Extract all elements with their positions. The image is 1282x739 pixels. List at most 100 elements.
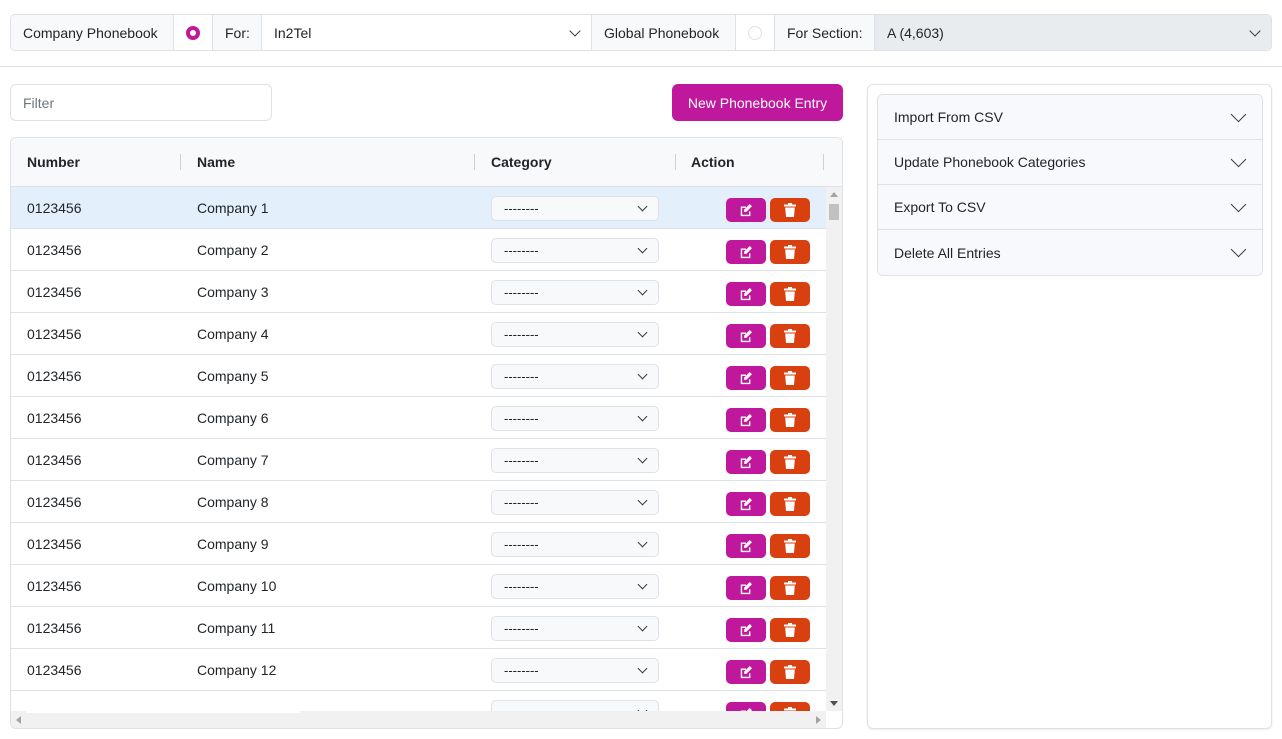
- edit-button[interactable]: [726, 324, 766, 348]
- chevron-down-icon: [1230, 196, 1247, 212]
- table-row[interactable]: 0123456 Company 10 --------: [11, 565, 826, 607]
- delete-button[interactable]: [770, 492, 810, 516]
- column-header-action[interactable]: Action: [691, 138, 735, 186]
- category-select[interactable]: --------: [491, 616, 659, 641]
- edit-button[interactable]: [726, 408, 766, 432]
- for-company-value: In2Tel: [274, 24, 312, 41]
- table-row[interactable]: 0123456 Company 12 --------: [11, 649, 826, 691]
- column-resizer[interactable]: [474, 154, 475, 170]
- scrollbar-thumb[interactable]: [26, 711, 300, 713]
- chevron-down-icon: [637, 243, 648, 254]
- cell-name: Company 6: [197, 409, 269, 426]
- chevron-down-icon: [1230, 151, 1247, 167]
- cell-name: Company 1: [197, 199, 269, 216]
- table-row[interactable]: 0123456 Company 6 --------: [11, 397, 826, 439]
- delete-button[interactable]: [770, 702, 810, 711]
- category-select[interactable]: --------: [491, 532, 659, 557]
- cell-name: Company 9: [197, 535, 269, 552]
- category-value: --------: [504, 285, 539, 300]
- delete-button[interactable]: [770, 240, 810, 264]
- delete-button[interactable]: [770, 282, 810, 306]
- chevron-down-icon: [1230, 241, 1247, 258]
- delete-button[interactable]: [770, 576, 810, 600]
- edit-button[interactable]: [726, 534, 766, 558]
- category-select[interactable]: --------: [491, 322, 659, 347]
- edit-button[interactable]: [726, 282, 766, 306]
- category-value: --------: [504, 453, 539, 468]
- edit-button[interactable]: [726, 198, 766, 222]
- category-select[interactable]: --------: [491, 448, 659, 473]
- delete-button[interactable]: [770, 618, 810, 642]
- table-row[interactable]: 0123456 Company 1 --------: [11, 187, 826, 229]
- table-row[interactable]: 0123456 Company 4 --------: [11, 313, 826, 355]
- vertical-scrollbar[interactable]: [826, 187, 842, 711]
- scroll-down-icon[interactable]: [830, 701, 838, 706]
- table-row[interactable]: --------: [11, 691, 826, 711]
- delete-button[interactable]: [770, 450, 810, 474]
- chevron-down-icon: [637, 411, 648, 422]
- table-row[interactable]: 0123456 Company 9 --------: [11, 523, 826, 565]
- category-select[interactable]: --------: [491, 364, 659, 389]
- scroll-left-icon[interactable]: [16, 716, 21, 724]
- edit-button[interactable]: [726, 240, 766, 264]
- trash-icon: [784, 581, 796, 595]
- filter-input[interactable]: [10, 84, 272, 121]
- new-phonebook-entry-button[interactable]: New Phonebook Entry: [672, 84, 843, 121]
- delete-button[interactable]: [770, 534, 810, 558]
- trash-icon: [784, 203, 796, 217]
- edit-button[interactable]: [726, 618, 766, 642]
- actions-accordion: Import From CSV Update Phonebook Categor…: [877, 94, 1263, 276]
- edit-button[interactable]: [726, 492, 766, 516]
- delete-button[interactable]: [770, 198, 810, 222]
- accordion-import-csv[interactable]: Import From CSV: [878, 95, 1262, 140]
- edit-button[interactable]: [726, 366, 766, 390]
- section-value: A (4,603): [887, 24, 944, 41]
- column-resizer[interactable]: [675, 154, 676, 170]
- delete-button[interactable]: [770, 366, 810, 390]
- category-select[interactable]: --------: [491, 574, 659, 599]
- table-row[interactable]: 0123456 Company 2 --------: [11, 229, 826, 271]
- edit-button[interactable]: [726, 450, 766, 474]
- table-row[interactable]: 0123456 Company 3 --------: [11, 271, 826, 313]
- category-select[interactable]: --------: [491, 196, 659, 221]
- column-resizer[interactable]: [823, 154, 824, 170]
- category-select[interactable]: --------: [491, 490, 659, 515]
- table-row[interactable]: 0123456 Company 11 --------: [11, 607, 826, 649]
- trash-icon: [784, 287, 796, 301]
- accordion-update-categories[interactable]: Update Phonebook Categories: [878, 140, 1262, 185]
- scroll-right-icon[interactable]: [816, 716, 821, 724]
- delete-button[interactable]: [770, 408, 810, 432]
- edit-button[interactable]: [726, 702, 766, 711]
- column-header-name[interactable]: Name: [197, 138, 235, 186]
- section-select[interactable]: A (4,603): [875, 15, 1271, 50]
- column-header-number[interactable]: Number: [27, 138, 80, 186]
- global-phonebook-radio[interactable]: [736, 15, 775, 50]
- accordion-delete-all[interactable]: Delete All Entries: [878, 230, 1262, 275]
- category-select[interactable]: --------: [491, 658, 659, 683]
- table-row[interactable]: 0123456 Company 5 --------: [11, 355, 826, 397]
- cell-name: Company 5: [197, 367, 269, 384]
- column-resizer[interactable]: [180, 154, 181, 170]
- edit-button[interactable]: [726, 576, 766, 600]
- edit-button[interactable]: [726, 660, 766, 684]
- delete-button[interactable]: [770, 324, 810, 348]
- category-value: --------: [504, 495, 539, 510]
- chevron-down-icon: [637, 285, 648, 296]
- scroll-up-icon[interactable]: [830, 192, 838, 197]
- column-header-category[interactable]: Category: [491, 138, 552, 186]
- accordion-export-csv[interactable]: Export To CSV: [878, 185, 1262, 230]
- scrollbar-thumb[interactable]: [829, 204, 839, 220]
- for-company-select[interactable]: In2Tel: [262, 15, 592, 50]
- category-select[interactable]: --------: [491, 280, 659, 305]
- table-row[interactable]: 0123456 Company 8 --------: [11, 481, 826, 523]
- category-select[interactable]: --------: [491, 700, 659, 711]
- company-phonebook-radio[interactable]: [174, 15, 213, 50]
- category-select[interactable]: --------: [491, 406, 659, 431]
- table-row[interactable]: 0123456 Company 7 --------: [11, 439, 826, 481]
- category-select[interactable]: --------: [491, 238, 659, 263]
- delete-button[interactable]: [770, 660, 810, 684]
- radio-checked-icon: [186, 25, 200, 40]
- horizontal-scrollbar[interactable]: [11, 711, 826, 728]
- cell-name: Company 4: [197, 325, 269, 342]
- cell-number: 0123456: [27, 493, 82, 510]
